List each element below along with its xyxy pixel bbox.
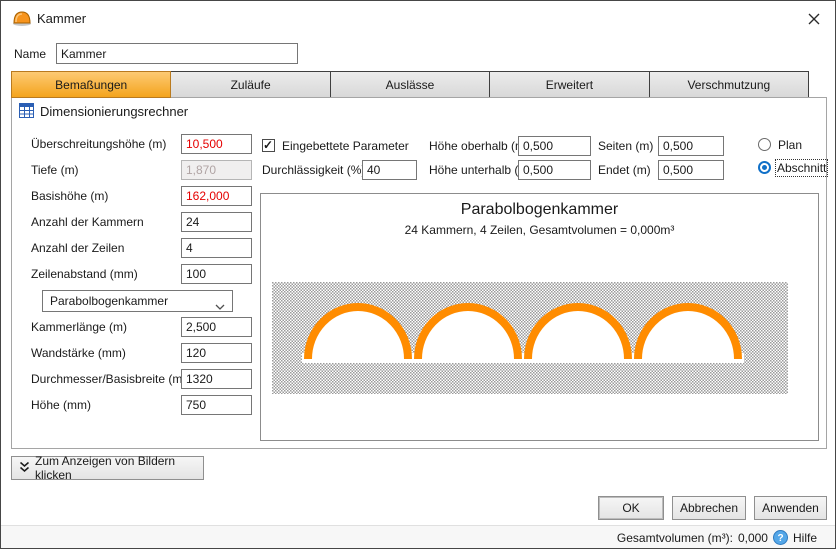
tab-zulaeufe[interactable]: Zuläufe [170, 71, 331, 98]
field-label-zeilenabstand: Zeilenabstand (mm) [31, 267, 138, 281]
calculator-grid-icon [19, 103, 34, 118]
endet-input[interactable] [658, 160, 724, 180]
field-input-anzahl-zeilen[interactable] [181, 238, 252, 258]
tab-auslaesse[interactable]: Auslässe [329, 71, 491, 98]
field-input-basishoehe[interactable] [181, 186, 252, 206]
chamber-type-select[interactable]: Parabolbogenkammer [42, 290, 233, 312]
field-input-zeilenabstand[interactable] [181, 264, 252, 284]
section-title: Dimensionierungsrechner [40, 104, 189, 119]
radio-abschnitt-label[interactable]: Abschnitt [774, 159, 829, 177]
hoehe-unterhalb-input[interactable] [518, 160, 591, 180]
tab-bar: Bemaßungen Zuläufe Auslässe Erweitert Ve… [11, 71, 810, 98]
field-input-wandstaerke[interactable] [181, 343, 252, 363]
show-images-button[interactable]: Zum Anzeigen von Bildern klicken [11, 454, 204, 482]
chamber-preview: Parabolbogenkammer 24 Kammern, 4 Zeilen,… [260, 193, 819, 441]
field-label-hoehe: Höhe (mm) [31, 398, 92, 412]
field-input-anzahl-kammern[interactable] [181, 212, 252, 232]
tab-bemassungen[interactable]: Bemaßungen [11, 71, 172, 98]
field-label-basishoehe: Basishöhe (m) [31, 189, 109, 203]
hoehe-oberhalb-input[interactable] [518, 136, 591, 156]
kammer-dialog: Kammer Name Bemaßungen Zuläufe Auslässe … [0, 0, 836, 549]
field-input-durchmesser[interactable] [181, 369, 252, 389]
field-label-durchmesser: Durchmesser/Basisbreite (mm) [31, 372, 197, 386]
preview-subtitle: 24 Kammern, 4 Zeilen, Gesamtvolumen = 0,… [404, 223, 675, 237]
hoehe-oberhalb-label: Höhe oberhalb (m) [429, 139, 530, 153]
field-input-tiefe [181, 160, 252, 180]
radio-abschnitt[interactable] [758, 161, 771, 174]
embedded-params-label: Eingebettete Parameter [282, 139, 409, 153]
field-label-anzahl-kammern: Anzahl der Kammern [31, 215, 144, 229]
double-chevron-down-icon [19, 461, 30, 476]
field-label-ueberschreitungshoehe: Überschreitungshöhe (m) [31, 137, 167, 151]
chamber-diagram [272, 282, 788, 394]
seiten-input[interactable] [658, 136, 724, 156]
total-volume-value: 0,000 [737, 530, 768, 545]
endet-label: Endet (m) [598, 163, 651, 177]
durchlaessigkeit-label: Durchlässigkeit (%) [262, 163, 366, 177]
name-input[interactable] [56, 43, 298, 64]
field-label-kammerlaenge: Kammerlänge (m) [31, 320, 128, 334]
cancel-button[interactable]: Abbrechen [672, 496, 746, 520]
radio-plan-label[interactable]: Plan [778, 138, 802, 152]
titlebar: Kammer [1, 1, 835, 35]
apply-button[interactable]: Anwenden [754, 496, 827, 520]
ok-button[interactable]: OK [598, 496, 664, 520]
name-label: Name [14, 47, 47, 61]
field-label-wandstaerke: Wandstärke (mm) [31, 346, 126, 360]
field-label-anzahl-zeilen: Anzahl der Zeilen [31, 241, 125, 255]
total-volume-label: Gesamtvolumen (m³): [616, 530, 733, 545]
field-label-tiefe: Tiefe (m) [31, 163, 79, 177]
chamber-type-value: Parabolbogenkammer [50, 294, 169, 308]
field-input-hoehe[interactable] [181, 395, 252, 415]
tab-verschmutzung[interactable]: Verschmutzung [648, 71, 810, 98]
durchlaessigkeit-input[interactable] [362, 160, 417, 180]
svg-text:?: ? [777, 533, 783, 544]
show-images-label: Zum Anzeigen von Bildern klicken [35, 454, 176, 482]
field-input-ueberschreitungshoehe[interactable] [181, 134, 252, 154]
help-link[interactable]: Hilfe [793, 531, 817, 545]
embedded-params-checkbox[interactable] [262, 138, 275, 152]
seiten-label: Seiten (m) [598, 139, 654, 153]
help-question-icon[interactable]: ? [772, 530, 788, 545]
hoehe-unterhalb-label: Höhe unterhalb (m) [429, 163, 533, 177]
status-bar: Gesamtvolumen (m³): 0,000 ? Hilfe [1, 525, 835, 548]
window-title: Kammer [37, 11, 87, 26]
chevron-down-icon [215, 299, 225, 313]
radio-plan[interactable] [758, 138, 771, 151]
chamber-icon [11, 8, 33, 27]
preview-title: Parabolbogenkammer [460, 201, 619, 218]
tab-erweitert[interactable]: Erweitert [489, 71, 650, 98]
field-input-kammerlaenge[interactable] [181, 317, 252, 337]
close-icon[interactable] [803, 9, 825, 29]
